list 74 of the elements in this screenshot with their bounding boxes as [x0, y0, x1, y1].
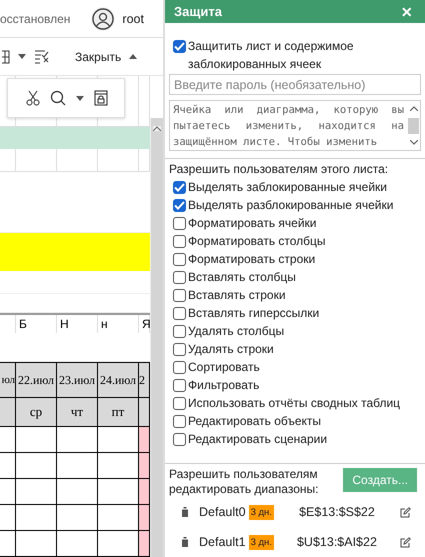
- scissors-icon[interactable]: [26, 90, 40, 106]
- checkbox[interactable]: [173, 360, 186, 374]
- checkbox-label: Защитить лист и содержимое заблокированных ячеек: [188, 38, 355, 73]
- scroll-up-icon[interactable]: [153, 126, 161, 131]
- checkbox-label: Выделять заблокированные ячейки: [188, 180, 387, 194]
- table-cell: Б: [16, 315, 57, 333]
- table-cell: ср: [16, 398, 57, 426]
- checkbox-label: Форматировать столбцы: [188, 234, 326, 248]
- caret-down-icon[interactable]: [76, 96, 84, 100]
- table-cell: 23.июл: [57, 363, 98, 397]
- checkbox[interactable]: [173, 432, 186, 446]
- clear-format-icon[interactable]: [34, 50, 49, 64]
- checkbox[interactable]: [173, 414, 186, 428]
- table-cell: Н: [57, 315, 98, 333]
- scroll-down-icon[interactable]: [410, 140, 418, 145]
- user-name[interactable]: root: [122, 12, 144, 26]
- panel-title: Защита: [174, 4, 222, 19]
- table-cell: юл: [0, 363, 16, 397]
- caret-up-icon: [129, 54, 138, 59]
- checkbox[interactable]: [173, 216, 186, 230]
- expiry-badge: 3 дн.: [248, 504, 274, 520]
- checkbox-label: Редактировать сценарии: [188, 432, 328, 446]
- lock-sheet-icon[interactable]: [94, 90, 108, 106]
- checkbox-label: Фильтровать: [188, 378, 260, 392]
- checkbox-label: Вставлять строки: [188, 288, 286, 302]
- status-text: осстановлен: [0, 12, 70, 26]
- avatar-icon[interactable]: [90, 6, 116, 32]
- section-label: Разрешить пользователям редактировать диапазоны:: [169, 467, 320, 497]
- table-icon[interactable]: [2, 50, 10, 64]
- edit-icon[interactable]: [400, 506, 411, 518]
- checkbox[interactable]: [173, 40, 186, 53]
- checkbox-label: Редактировать объекты: [188, 414, 322, 428]
- checkbox[interactable]: [173, 396, 186, 410]
- table-cell: пт: [98, 398, 139, 426]
- range-name: Default1: [199, 535, 246, 549]
- checkbox-label: Использовать отчёты сводных таблиц: [188, 396, 400, 410]
- close-sheet-button[interactable]: Закрыть: [75, 48, 138, 66]
- checkbox-label: Выделять разблокированные ячейки: [188, 198, 394, 212]
- checkbox[interactable]: [173, 234, 186, 248]
- edit-icon[interactable]: [400, 536, 411, 548]
- table-cell: 24.июл: [98, 363, 139, 397]
- table-cell: н: [98, 315, 139, 333]
- checkbox[interactable]: [173, 252, 186, 266]
- checkbox[interactable]: [173, 270, 186, 284]
- checkbox[interactable]: [173, 324, 186, 338]
- checkbox-label: Удалять столбцы: [188, 324, 284, 338]
- expiry-badge: 3 дн.: [248, 534, 274, 550]
- table-cell: 22.июл: [16, 363, 57, 397]
- range-reference: $E$13:$S$22: [299, 505, 375, 519]
- checkbox-label: Форматировать ячейки: [188, 216, 316, 230]
- checkbox-label: Вставлять столбцы: [188, 270, 296, 284]
- checkbox[interactable]: [173, 198, 186, 212]
- range-reference: $U$13:$AI$22: [296, 535, 377, 549]
- trash-icon[interactable]: [181, 537, 189, 547]
- checkbox-label: Форматировать строки: [188, 252, 316, 266]
- checkbox-label: Вставлять гиперссылки: [188, 306, 320, 320]
- scroll-up-icon[interactable]: [410, 106, 418, 111]
- trash-icon[interactable]: [181, 507, 189, 517]
- checkbox[interactable]: [173, 306, 186, 320]
- table-cell: чт: [57, 398, 98, 426]
- scrollbar[interactable]: [150, 118, 163, 557]
- password-field[interactable]: Введите пароль (необязательно): [169, 74, 421, 95]
- checkbox-label: Сортировать: [188, 360, 260, 374]
- checkbox[interactable]: [173, 378, 186, 392]
- close-button[interactable]: ×: [397, 2, 416, 20]
- checkbox[interactable]: [173, 342, 186, 356]
- range-name: Default0: [199, 505, 246, 519]
- section-label: Разрешить пользователям этого листа:: [169, 161, 390, 178]
- message-box[interactable]: Ячейка или диаграмма, которую вы пытаетесь изменить, находится на защищённом листе. Чтобы изменить: [169, 100, 421, 151]
- caret-down-icon[interactable]: [18, 54, 26, 59]
- search-icon[interactable]: [50, 90, 66, 106]
- checkbox[interactable]: [173, 180, 186, 194]
- checkbox[interactable]: [173, 288, 186, 302]
- checkbox-label: Удалять строки: [188, 342, 274, 356]
